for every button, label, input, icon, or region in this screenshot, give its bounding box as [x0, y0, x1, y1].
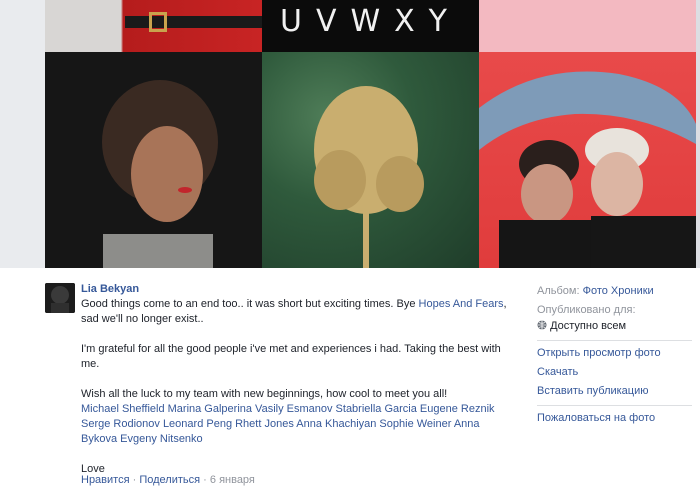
photo-tile-pink [479, 0, 696, 52]
published-label: Опубликовано для: [537, 304, 636, 316]
actions-separator: · [132, 474, 137, 486]
photo-collage[interactable]: UVWXY [45, 0, 696, 268]
open-viewer-link[interactable]: Открыть просмотр фото [537, 345, 692, 361]
tagged-people-links[interactable]: Michael Sheffield Marina Galperina Vasil… [81, 402, 511, 447]
share-link[interactable]: Поделиться [139, 474, 200, 486]
privacy-value: Доступно всем [550, 320, 627, 332]
gold-leaf-shape [314, 86, 424, 268]
photo-tile-woman [45, 52, 262, 268]
post-paragraph-1: Good things come to an end too.. it was … [81, 298, 507, 325]
download-link[interactable]: Скачать [537, 364, 692, 380]
author-name-link[interactable]: Lia Bekyan [81, 283, 139, 295]
photo-letters-text: UVWXY [279, 4, 462, 39]
photo-tile-gold-kale [262, 52, 479, 268]
post-date[interactable]: 6 января [210, 474, 255, 486]
embed-post-link[interactable]: Вставить публикацию [537, 383, 692, 399]
post-text: Good things come to an end too.. it was … [81, 297, 511, 477]
buckle-shape [149, 12, 167, 32]
album-link[interactable]: Фото Хроники [583, 285, 654, 297]
report-photo-link[interactable]: Пожаловаться на фото [537, 410, 692, 426]
album-label: Альбом: [537, 285, 580, 297]
belt-shape [125, 16, 262, 28]
photo-tile-santa [45, 0, 262, 52]
sidebar-divider [537, 340, 692, 341]
hopes-and-fears-link[interactable]: Hopes And Fears [419, 298, 504, 310]
post-paragraph-3: Wish all the luck to my team with new be… [81, 388, 448, 400]
like-link[interactable]: Нравится [81, 474, 130, 486]
avatar-image [45, 283, 75, 313]
actions-separator: · [203, 474, 207, 486]
post-paragraph-2: I'm grateful for all the good people i'v… [81, 343, 501, 370]
photo-tile-couple [479, 52, 696, 268]
sidebar-divider [537, 405, 692, 406]
couple-shape [479, 71, 696, 268]
avatar[interactable] [45, 283, 75, 313]
privacy-row[interactable]: Доступно всем [537, 318, 692, 334]
globe-icon [537, 320, 547, 330]
photo-sidebar: Альбом: Фото Хроники Опубликовано для: Д… [537, 283, 692, 426]
photo-tile-letters: UVWXY [262, 0, 479, 52]
woman-portrait-shape [102, 80, 218, 268]
album-row: Альбом: Фото Хроники [537, 283, 692, 299]
post-actions: Нравится · Поделиться · 6 января [81, 474, 255, 486]
